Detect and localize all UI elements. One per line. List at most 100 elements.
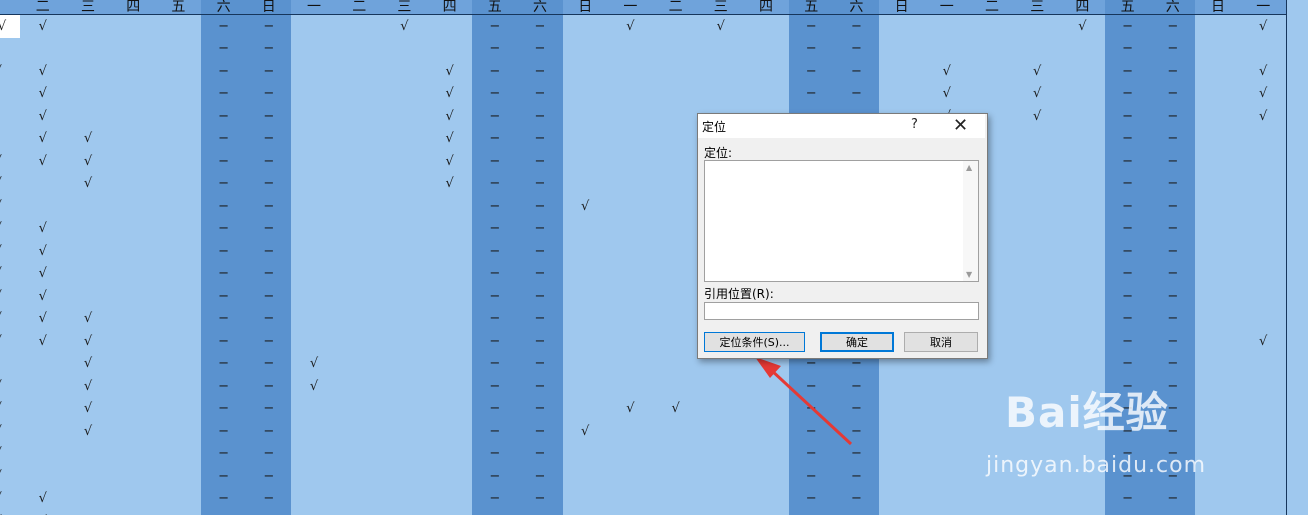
grid-cell[interactable] [336, 105, 383, 129]
column-header[interactable]: 六 [1150, 0, 1197, 15]
grid-cell[interactable]: √ [20, 150, 67, 174]
grid-cell[interactable] [291, 285, 338, 309]
grid-cell[interactable]: − [1105, 330, 1152, 354]
grid-cell[interactable] [336, 127, 383, 151]
grid-cell[interactable] [65, 60, 112, 84]
grid-cell[interactable] [0, 82, 22, 106]
grid-cell[interactable]: − [1150, 172, 1197, 196]
grid-cell[interactable]: √ [0, 240, 22, 264]
grid-cell[interactable] [653, 195, 700, 219]
grid-cell[interactable]: − [246, 420, 293, 444]
grid-cell[interactable] [336, 442, 383, 466]
grid-cell[interactable] [110, 82, 157, 106]
grid-cell[interactable] [562, 37, 609, 61]
grid-cell[interactable] [65, 285, 112, 309]
grid-cell[interactable]: √ [0, 397, 22, 421]
spreadsheet-grid[interactable]: 二三四五六日一二三四五六日一二三四五六日一二三四五六日一 √ √ − − √ − − √ √ − − √… [0, 0, 1308, 515]
grid-cell[interactable] [381, 82, 428, 106]
grid-cell[interactable]: √ [1240, 330, 1287, 354]
grid-cell[interactable]: √ [65, 330, 112, 354]
grid-cell[interactable]: − [201, 285, 248, 309]
grid-cell[interactable]: √ [0, 262, 22, 286]
grid-cell[interactable] [607, 105, 654, 129]
grid-cell[interactable] [381, 375, 428, 399]
grid-cell[interactable] [1059, 262, 1106, 286]
grid-cell[interactable]: √ [65, 420, 112, 444]
grid-cell[interactable]: − [788, 510, 835, 515]
grid-cell[interactable] [155, 37, 202, 61]
grid-cell[interactable] [743, 15, 790, 39]
grid-cell[interactable] [0, 352, 22, 376]
grid-cell[interactable] [155, 487, 202, 511]
grid-cell[interactable] [1195, 307, 1242, 331]
grid-cell[interactable] [110, 150, 157, 174]
grid-cell[interactable] [291, 15, 338, 39]
grid-cell[interactable]: √ [20, 330, 67, 354]
grid-cell[interactable] [653, 217, 700, 241]
grid-cell[interactable] [291, 397, 338, 421]
grid-cell[interactable] [427, 195, 474, 219]
grid-cell[interactable]: − [472, 127, 519, 151]
grid-cell[interactable] [110, 217, 157, 241]
grid-cell[interactable] [1059, 285, 1106, 309]
grid-cell[interactable] [427, 465, 474, 489]
column-header[interactable]: 一 [607, 0, 654, 15]
grid-cell[interactable] [924, 465, 971, 489]
grid-cell[interactable] [110, 105, 157, 129]
grid-cell[interactable]: − [1150, 352, 1197, 376]
grid-cell[interactable] [110, 487, 157, 511]
grid-cell[interactable]: − [1150, 510, 1197, 515]
grid-cell[interactable] [743, 487, 790, 511]
grid-cell[interactable] [381, 240, 428, 264]
column-header[interactable]: 五 [472, 0, 519, 15]
grid-cell[interactable]: − [788, 15, 835, 39]
grid-cell[interactable]: − [1105, 420, 1152, 444]
dialog-titlebar[interactable]: 定位 ? ✕ [698, 114, 985, 138]
grid-cell[interactable] [110, 442, 157, 466]
grid-cell[interactable] [562, 375, 609, 399]
grid-cell[interactable] [698, 442, 745, 466]
grid-cell[interactable]: √ [20, 82, 67, 106]
grid-cell[interactable]: − [1105, 60, 1152, 84]
grid-cell[interactable] [20, 375, 67, 399]
grid-cell[interactable] [381, 262, 428, 286]
grid-cell[interactable] [653, 262, 700, 286]
grid-cell[interactable] [562, 15, 609, 39]
column-header[interactable]: 三 [1014, 0, 1061, 15]
grid-cell[interactable] [1195, 510, 1242, 515]
grid-cell[interactable]: − [1105, 217, 1152, 241]
grid-cell[interactable] [1059, 397, 1106, 421]
grid-cell[interactable]: − [1150, 127, 1197, 151]
grid-cell[interactable] [1240, 442, 1287, 466]
grid-cell[interactable]: √ [607, 15, 654, 39]
grid-cell[interactable] [381, 150, 428, 174]
grid-cell[interactable]: − [201, 150, 248, 174]
grid-cell[interactable]: − [201, 375, 248, 399]
grid-cell[interactable] [1014, 172, 1061, 196]
listbox-scrollbar[interactable]: ▲ ▼ [963, 161, 978, 281]
grid-cell[interactable]: √ [427, 172, 474, 196]
grid-cell[interactable] [291, 82, 338, 106]
grid-cell[interactable] [1195, 15, 1242, 39]
grid-cell[interactable]: √ [0, 420, 22, 444]
grid-cell[interactable]: − [788, 375, 835, 399]
column-header[interactable]: 五 [788, 0, 835, 15]
grid-cell[interactable]: − [517, 397, 564, 421]
grid-cell[interactable]: √ [1240, 60, 1287, 84]
grid-cell[interactable] [607, 442, 654, 466]
grid-cell[interactable]: − [472, 37, 519, 61]
grid-cell[interactable]: √ [20, 262, 67, 286]
grid-cell[interactable]: − [1150, 487, 1197, 511]
grid-cell[interactable]: − [472, 217, 519, 241]
grid-cell[interactable] [653, 15, 700, 39]
grid-cell[interactable] [1014, 240, 1061, 264]
grid-cell[interactable] [1240, 375, 1287, 399]
grid-cell[interactable] [155, 442, 202, 466]
grid-cell[interactable]: − [472, 60, 519, 84]
grid-cell[interactable]: − [246, 105, 293, 129]
grid-cell[interactable] [1240, 397, 1287, 421]
grid-cell[interactable] [1195, 397, 1242, 421]
grid-cell[interactable]: − [1150, 60, 1197, 84]
grid-cell[interactable] [110, 37, 157, 61]
grid-cell[interactable]: √ [1240, 15, 1287, 39]
